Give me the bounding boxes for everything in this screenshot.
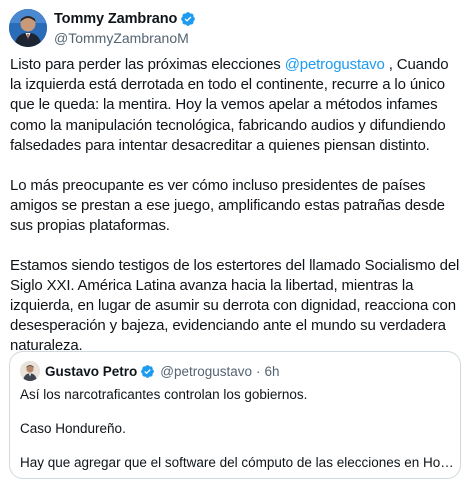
quoted-author-avatar[interactable] — [20, 361, 40, 381]
tweet-paragraph-1-start: Listo para perder las próximas eleccione… — [10, 56, 285, 73]
author-name-block: Tommy Zambrano @TommyZambranoM — [54, 10, 196, 47]
author-handle[interactable]: @TommyZambranoM — [54, 29, 196, 47]
quoted-tweet-header: Gustavo Petro @petrogustavo · 6h — [20, 361, 280, 381]
avatar-photo-icon — [9, 9, 47, 47]
quoted-line-1: Así los narcotraficantes controlan los g… — [20, 387, 308, 402]
quoted-tweet-card[interactable]: Gustavo Petro @petrogustavo · 6h Así los… — [9, 351, 461, 479]
verified-badge-icon[interactable] — [180, 11, 196, 27]
quoted-line-3: Hay que agregar que el software del cómp… — [20, 455, 460, 470]
tweet-paragraph-1: Listo para perder las próximas eleccione… — [10, 55, 462, 156]
quoted-author-name[interactable]: Gustavo Petro — [45, 364, 137, 379]
quoted-timestamp[interactable]: 6h — [265, 364, 280, 379]
quoted-tweet-text: Así los narcotraficantes controlan los g… — [20, 386, 460, 478]
author-avatar[interactable] — [9, 9, 47, 47]
quoted-author-handle[interactable]: @petrogustavo — [160, 364, 252, 379]
mention-link[interactable]: @petrogustavo — [285, 56, 385, 73]
tweet-paragraph-2: Lo más preocupante es ver cómo incluso p… — [10, 176, 445, 234]
quoted-avatar-photo-icon — [20, 361, 40, 381]
tweet-card: Tommy Zambrano @TommyZambranoM Listo par… — [0, 0, 470, 479]
author-name-row: Tommy Zambrano — [54, 10, 196, 29]
quoted-verified-badge-icon[interactable] — [140, 364, 155, 379]
tweet-header: Tommy Zambrano @TommyZambranoM — [9, 8, 196, 48]
quoted-line-2: Caso Hondureño. — [20, 421, 126, 436]
tweet-text: Listo para perder las próximas eleccione… — [10, 55, 462, 376]
tweet-paragraph-3: Estamos siendo testigos de los estertore… — [10, 256, 460, 355]
author-display-name[interactable]: Tommy Zambrano — [54, 11, 177, 27]
quoted-separator-dot: · — [256, 363, 261, 379]
